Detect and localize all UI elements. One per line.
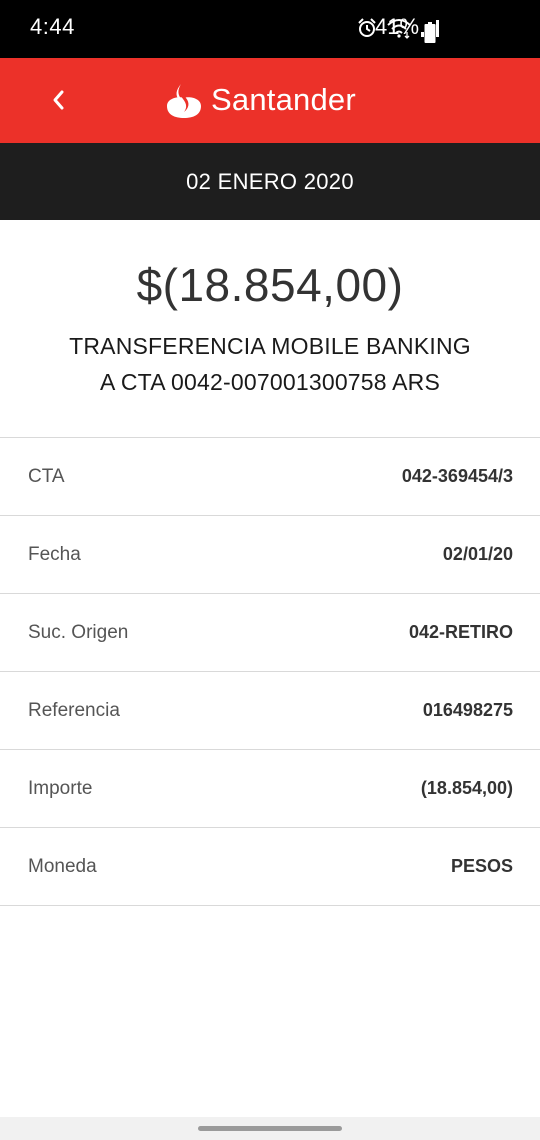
detail-row-referencia: Referencia 016498275 <box>0 672 540 750</box>
detail-value: (18.854,00) <box>420 778 513 798</box>
transaction-date: 02 ENERO 2020 <box>0 143 540 220</box>
detail-row-importe: Importe (18.854,00) <box>0 750 540 828</box>
back-button[interactable] <box>40 80 76 120</box>
detail-label: Referencia <box>28 699 120 721</box>
battery-percentage: 41% <box>375 14 420 39</box>
home-indicator[interactable] <box>198 1126 342 1131</box>
detail-value: 02/01/20 <box>442 544 513 564</box>
status-bar: 4:44 41% <box>0 0 540 58</box>
detail-label: Fecha <box>28 543 81 565</box>
detail-value: 016498275 <box>422 700 513 720</box>
detail-row-fecha: Fecha 02/01/20 <box>0 516 540 594</box>
detail-row-cta: CTA 042-369454/3 <box>0 438 540 516</box>
app-header: Santander <box>0 58 540 143</box>
detail-row-suc-origen: Suc. Origen 042-RETIRO <box>0 594 540 672</box>
brand-name: Santander <box>211 82 356 117</box>
transaction-summary: $(18.854,00) TRANSFERENCIA MOBILE BANKIN… <box>0 220 540 437</box>
battery-icon <box>424 22 436 49</box>
status-time: 4:44 <box>30 14 75 39</box>
detail-value: 042-RETIRO <box>408 622 513 642</box>
transaction-description: TRANSFERENCIA MOBILE BANKING A CTA 0042-… <box>0 328 540 400</box>
detail-value: PESOS <box>450 856 513 876</box>
transaction-amount: $(18.854,00) <box>136 259 404 311</box>
description-line-1: TRANSFERENCIA MOBILE BANKING <box>69 333 471 359</box>
flame-icon <box>167 84 201 118</box>
detail-row-moneda: Moneda PESOS <box>0 828 540 906</box>
brand-logo: Santander <box>165 78 356 122</box>
detail-label: Suc. Origen <box>28 621 129 643</box>
detail-label: Moneda <box>28 855 97 877</box>
detail-value: 042-369454/3 <box>401 466 513 486</box>
detail-label: Importe <box>28 777 93 799</box>
details-list: CTA 042-369454/3 Fecha 02/01/20 Suc. Ori… <box>0 437 540 906</box>
chevron-left-icon <box>53 90 64 110</box>
description-line-2: A CTA 0042-007001300758 ARS <box>99 369 440 395</box>
detail-label: CTA <box>28 465 65 487</box>
system-nav-bar <box>0 1117 540 1140</box>
